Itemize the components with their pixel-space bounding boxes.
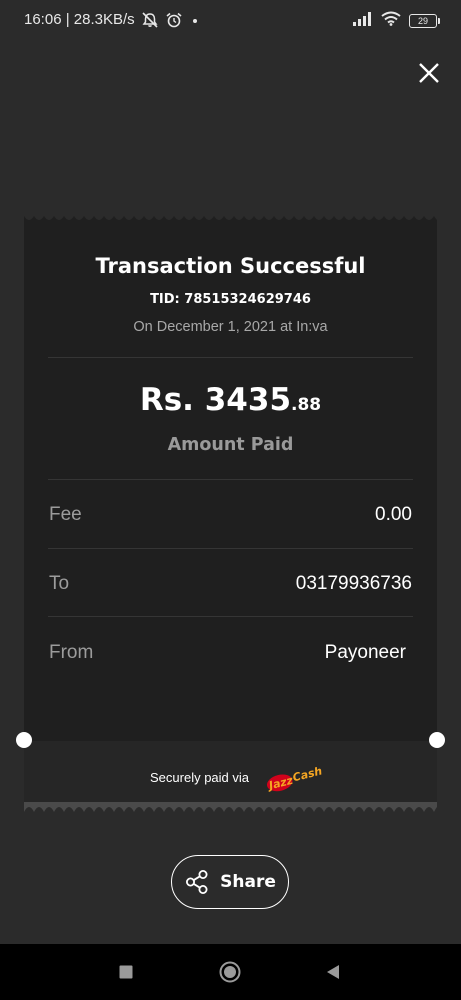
amount-decimal: .88 (291, 395, 322, 415)
battery-icon: 29 (409, 13, 440, 28)
recents-button[interactable] (96, 944, 156, 1000)
square-icon (119, 965, 133, 979)
receipt-notch-left (16, 732, 32, 748)
fee-label: Fee (49, 504, 82, 525)
navigation-bar (0, 944, 461, 1000)
receipt-top-edge (24, 216, 437, 224)
status-left: 16:06 | 28.3KB/s (24, 11, 201, 28)
svg-text:Cash: Cash (291, 764, 323, 784)
securely-paid-text: Securely paid via (150, 770, 249, 785)
transaction-date: On December 1, 2021 at In:va (133, 319, 328, 335)
status-time-speed: 16:06 | 28.3KB/s (24, 11, 135, 28)
svg-text:Jazz: Jazz (266, 774, 295, 793)
divider (48, 616, 413, 617)
divider (48, 479, 413, 480)
alarm-icon (165, 12, 183, 28)
to-label: To (49, 573, 70, 594)
dot-icon (189, 12, 201, 28)
home-circle-icon (219, 961, 241, 983)
status-right: 29 (353, 11, 440, 30)
amount-paid-label: Amount Paid (167, 435, 294, 455)
status-bar: 16:06 | 28.3KB/s 29 (0, 0, 461, 40)
amount-main: Rs. 3435 (139, 382, 292, 418)
transaction-title: Transaction Successful (95, 254, 366, 278)
signal-icon (353, 11, 373, 30)
divider (48, 548, 413, 549)
home-button[interactable] (200, 944, 260, 1000)
close-button[interactable] (414, 58, 444, 88)
wifi-icon (381, 11, 401, 30)
to-value: 03179936736 (295, 573, 412, 594)
fee-value: 0.00 (375, 504, 412, 525)
back-triangle-icon (327, 965, 339, 979)
divider (48, 357, 413, 358)
share-label: Share (220, 872, 276, 892)
from-label: From (49, 642, 94, 663)
jazzcash-logo: Jazz Cash (266, 764, 324, 793)
back-button[interactable] (303, 944, 363, 1000)
receipt-notch-right (429, 732, 445, 748)
amount-paid-value: Rs. 3435.88 (24, 382, 437, 418)
transaction-id: TID: 78515324629746 (150, 292, 311, 307)
from-value: Payoneer (324, 642, 406, 663)
receipt-bottom-edge (24, 802, 437, 812)
share-button[interactable]: Share (171, 855, 289, 909)
share-icon (186, 870, 208, 894)
receipt-card: Transaction Successful TID: 785153246297… (16, 212, 445, 819)
close-icon (419, 63, 439, 83)
mute-icon (141, 11, 159, 28)
